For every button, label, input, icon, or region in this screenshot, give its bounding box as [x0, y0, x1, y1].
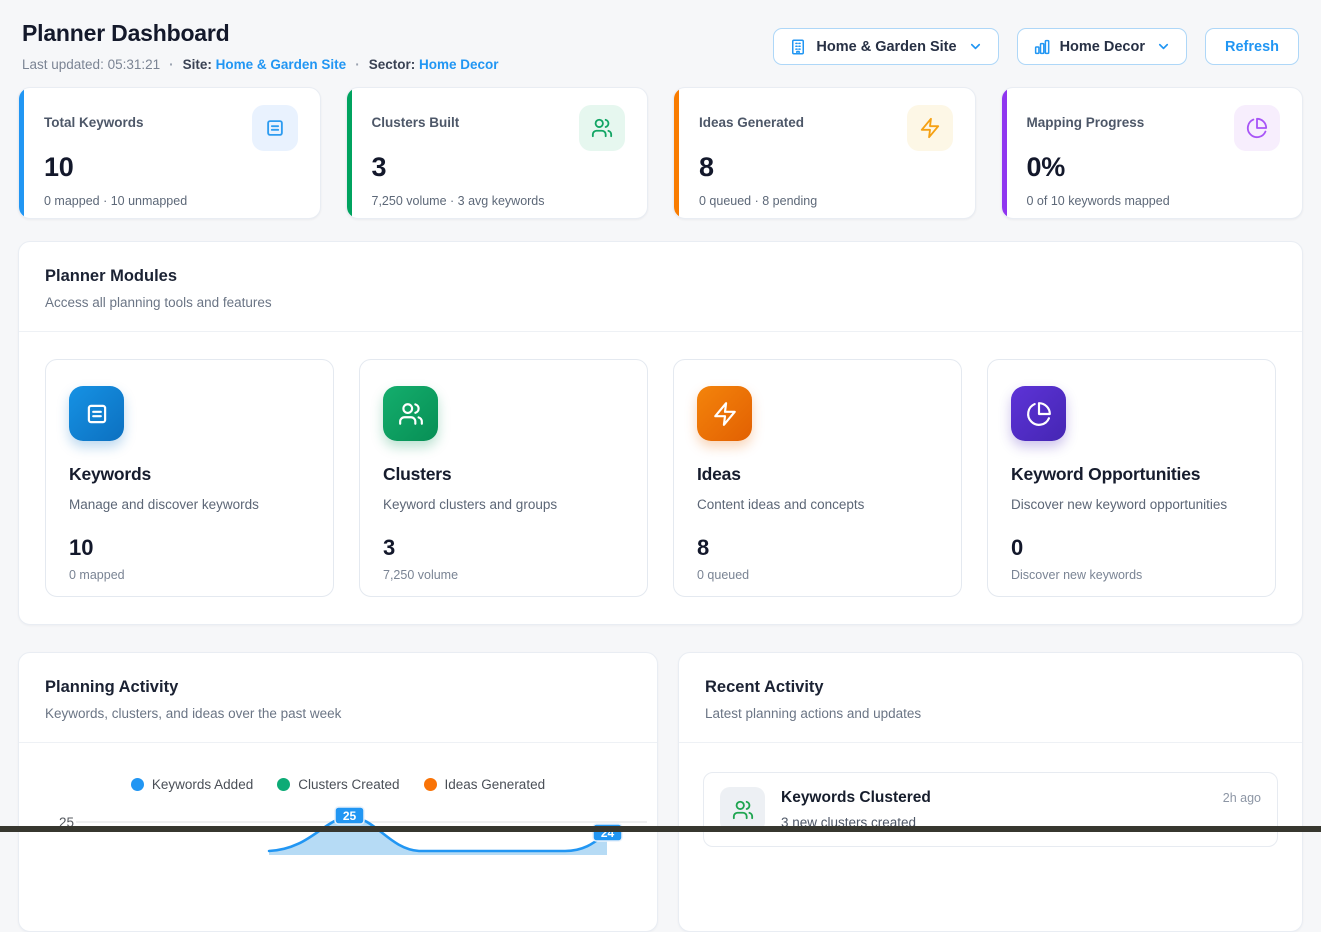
site-selector-dropdown[interactable]: Home & Garden Site	[773, 28, 998, 65]
stat-subtext: 0 queued · 8 pending	[699, 194, 953, 208]
module-card-keywords[interactable]: Keywords Manage and discover keywords 10…	[45, 359, 334, 597]
stat-label: Clusters Built	[372, 115, 460, 130]
svg-text:25: 25	[343, 809, 357, 823]
sector-label: Sector:	[369, 57, 416, 72]
chart-legend: Keywords Added Clusters Created Ideas Ge…	[19, 777, 657, 792]
module-title: Keywords	[69, 464, 310, 485]
header-meta: Last updated: 05:31:21 · Site: Home & Ga…	[22, 57, 499, 72]
site-meta: Site: Home & Garden Site	[183, 57, 347, 72]
data-label-25: 25	[335, 807, 364, 824]
module-card-clusters[interactable]: Clusters Keyword clusters and groups 3 7…	[359, 359, 648, 597]
stat-cards-row: Total Keywords 10 0 mapped · 10 unmapped…	[18, 87, 1303, 219]
lightning-icon	[697, 386, 752, 441]
last-updated-text: Last updated: 05:31:21	[22, 57, 160, 72]
recent-activity-panel: Recent Activity Latest planning actions …	[678, 652, 1303, 932]
stat-subtext: 0 mapped · 10 unmapped	[44, 194, 298, 208]
header-left: Planner Dashboard Last updated: 05:31:21…	[22, 20, 499, 72]
users-icon	[383, 386, 438, 441]
module-stat-label: 0 queued	[697, 568, 938, 582]
activity-item-title: Keywords Clustered	[781, 789, 1207, 807]
legend-label: Keywords Added	[152, 777, 253, 792]
sector-selector-label: Home Decor	[1060, 39, 1145, 55]
legend-label: Clusters Created	[298, 777, 399, 792]
module-description: Keyword clusters and groups	[383, 497, 624, 512]
module-card-keyword-opportunities[interactable]: Keyword Opportunities Discover new keywo…	[987, 359, 1276, 597]
module-stat-label: Discover new keywords	[1011, 568, 1252, 582]
planning-activity-panel: Planning Activity Keywords, clusters, an…	[18, 652, 658, 932]
site-label: Site:	[183, 57, 212, 72]
bottom-dark-strip	[0, 826, 1321, 832]
pie-chart-icon	[1234, 105, 1280, 151]
modules-grid: Keywords Manage and discover keywords 10…	[19, 332, 1302, 624]
legend-dot-green	[277, 778, 290, 791]
legend-dot-orange	[424, 778, 437, 791]
module-stat-label: 0 mapped	[69, 568, 310, 582]
stat-card-clusters-built: Clusters Built 3 7,250 volume · 3 avg ke…	[346, 87, 649, 219]
stat-subtext: 7,250 volume · 3 avg keywords	[372, 194, 626, 208]
stat-value: 0%	[1027, 152, 1281, 183]
recent-activity-subtitle: Latest planning actions and updates	[705, 706, 1276, 721]
planning-activity-header: Planning Activity Keywords, clusters, an…	[19, 653, 657, 743]
module-description: Discover new keyword opportunities	[1011, 497, 1252, 512]
stat-label: Ideas Generated	[699, 115, 804, 130]
stat-value: 8	[699, 152, 953, 183]
legend-item-ideas-generated[interactable]: Ideas Generated	[424, 777, 546, 792]
legend-label: Ideas Generated	[445, 777, 546, 792]
stat-value: 10	[44, 152, 298, 183]
sector-link[interactable]: Home Decor	[419, 57, 499, 72]
module-stat-value: 8	[697, 535, 938, 561]
modules-panel-title: Planner Modules	[45, 267, 1276, 286]
stat-card-total-keywords: Total Keywords 10 0 mapped · 10 unmapped	[18, 87, 321, 219]
module-description: Manage and discover keywords	[69, 497, 310, 512]
modules-panel-header: Planner Modules Access all planning tool…	[19, 242, 1302, 332]
module-stat-value: 0	[1011, 535, 1252, 561]
stat-value: 3	[372, 152, 626, 183]
bottom-row: Planning Activity Keywords, clusters, an…	[18, 652, 1303, 932]
chevron-down-icon	[968, 39, 983, 54]
module-stat-value: 10	[69, 535, 310, 561]
building-icon	[789, 38, 807, 56]
planner-dashboard-page: Planner Dashboard Last updated: 05:31:21…	[0, 0, 1321, 932]
module-title: Keyword Opportunities	[1011, 464, 1252, 485]
stat-subtext: 0 of 10 keywords mapped	[1027, 194, 1281, 208]
module-description: Content ideas and concepts	[697, 497, 938, 512]
activity-item-keywords-clustered[interactable]: Keywords Clustered 3 new clusters create…	[703, 772, 1278, 847]
site-selector-label: Home & Garden Site	[816, 39, 956, 55]
meta-separator: ·	[169, 57, 174, 72]
module-title: Ideas	[697, 464, 938, 485]
legend-dot-blue	[131, 778, 144, 791]
stat-label: Total Keywords	[44, 115, 144, 130]
legend-item-clusters-created[interactable]: Clusters Created	[277, 777, 399, 792]
chevron-down-icon	[1156, 39, 1171, 54]
planner-modules-panel: Planner Modules Access all planning tool…	[18, 241, 1303, 625]
module-title: Clusters	[383, 464, 624, 485]
module-stat-value: 3	[383, 535, 624, 561]
pie-chart-icon	[1011, 386, 1066, 441]
planning-activity-title: Planning Activity	[45, 678, 631, 697]
stat-card-ideas-generated: Ideas Generated 8 0 queued · 8 pending	[673, 87, 976, 219]
lightning-icon	[907, 105, 953, 151]
recent-activity-header: Recent Activity Latest planning actions …	[679, 653, 1302, 743]
meta-separator: ·	[355, 57, 360, 72]
modules-panel-subtitle: Access all planning tools and features	[45, 295, 1276, 310]
sector-selector-dropdown[interactable]: Home Decor	[1017, 28, 1187, 65]
site-link[interactable]: Home & Garden Site	[216, 57, 347, 72]
bar-chart-icon	[1033, 38, 1051, 56]
stat-card-mapping-progress: Mapping Progress 0% 0 of 10 keywords map…	[1001, 87, 1304, 219]
recent-activity-title: Recent Activity	[705, 678, 1276, 697]
header-controls: Home & Garden Site Home Decor Refresh	[773, 28, 1299, 65]
module-card-ideas[interactable]: Ideas Content ideas and concepts 8 0 que…	[673, 359, 962, 597]
legend-item-keywords-added[interactable]: Keywords Added	[131, 777, 253, 792]
document-icon	[252, 105, 298, 151]
planning-activity-subtitle: Keywords, clusters, and ideas over the p…	[45, 706, 631, 721]
sector-meta: Sector: Home Decor	[369, 57, 499, 72]
module-stat-label: 7,250 volume	[383, 568, 624, 582]
users-icon	[579, 105, 625, 151]
stat-label: Mapping Progress	[1027, 115, 1145, 130]
page-title: Planner Dashboard	[22, 20, 499, 47]
document-icon	[69, 386, 124, 441]
page-header: Planner Dashboard Last updated: 05:31:21…	[22, 0, 1299, 72]
refresh-button[interactable]: Refresh	[1205, 28, 1299, 65]
